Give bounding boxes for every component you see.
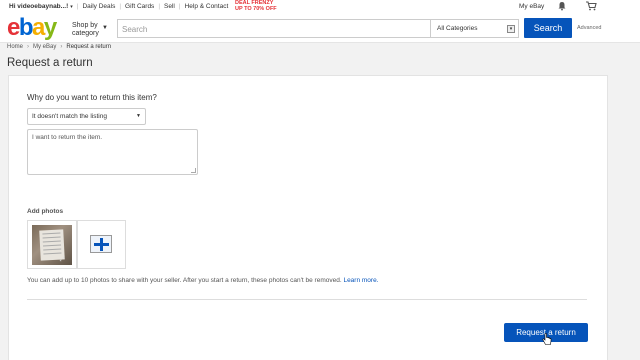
breadcrumb-home[interactable]: Home [7, 44, 23, 50]
dropdown-arrow-icon: ▾ [507, 25, 515, 33]
divider [27, 299, 587, 300]
ebay-logo[interactable]: ebay [7, 14, 57, 42]
plus-icon [90, 235, 112, 253]
chevron-right-icon: › [60, 44, 63, 50]
chevron-down-icon: ▼ [136, 113, 141, 119]
category-select[interactable]: All Categories ▾ [431, 19, 519, 38]
learn-more-link[interactable]: Learn more. [343, 277, 378, 284]
add-photo-button[interactable] [77, 220, 126, 269]
sell-link[interactable]: Sell [164, 3, 175, 10]
bell-icon[interactable] [557, 1, 567, 11]
expand-icon[interactable]: ⤢ [60, 257, 67, 264]
breadcrumb: Home › My eBay › Request a return [7, 44, 111, 50]
return-reason-select[interactable]: It doesn't match the listing ▼ [27, 108, 146, 125]
return-reason-question: Why do you want to return this item? [27, 93, 157, 102]
gift-cards-link[interactable]: Gift Cards [125, 3, 154, 10]
cart-icon[interactable] [585, 1, 597, 11]
search-button[interactable]: Search [524, 18, 572, 38]
add-photos-label: Add photos [27, 208, 64, 215]
advanced-search-link[interactable]: Advanced [577, 25, 601, 31]
search-input[interactable]: Search [117, 19, 431, 38]
chevron-down-icon: ▾ [70, 4, 73, 10]
user-greeting[interactable]: Hi videoebaynab...! ▾ [9, 3, 73, 10]
shop-by-category[interactable]: Shop by category ▼ [72, 22, 108, 37]
top-links: Hi videoebaynab...! ▾ | Daily Deals | Gif… [9, 3, 229, 10]
site-header: ebay Shop by category ▼ Search All Categ… [0, 13, 640, 43]
return-comment-textarea[interactable]: I want to return the item. [27, 129, 198, 175]
chevron-right-icon: › [27, 44, 30, 50]
chevron-down-icon: ▼ [102, 25, 108, 31]
photos-info-text: You can add up to 10 photos to share wit… [27, 277, 379, 284]
photo-thumbnail[interactable]: ⤢ [27, 220, 77, 269]
resize-handle-icon[interactable] [191, 168, 196, 173]
deal-frenzy-promo[interactable]: DEAL FRENZY UP TO 70% OFF [235, 0, 277, 12]
page-title: Request a return [7, 57, 93, 69]
uploaded-photo: ⤢ [32, 225, 72, 265]
daily-deals-link[interactable]: Daily Deals [82, 3, 115, 10]
help-contact-link[interactable]: Help & Contact [185, 3, 229, 10]
my-ebay-link[interactable]: My eBay [519, 3, 544, 10]
breadcrumb-my-ebay[interactable]: My eBay [33, 44, 56, 50]
hand-cursor-icon [542, 333, 552, 345]
top-bar: Hi videoebaynab...! ▾ | Daily Deals | Gif… [0, 0, 640, 13]
breadcrumb-current: Request a return [66, 44, 112, 50]
